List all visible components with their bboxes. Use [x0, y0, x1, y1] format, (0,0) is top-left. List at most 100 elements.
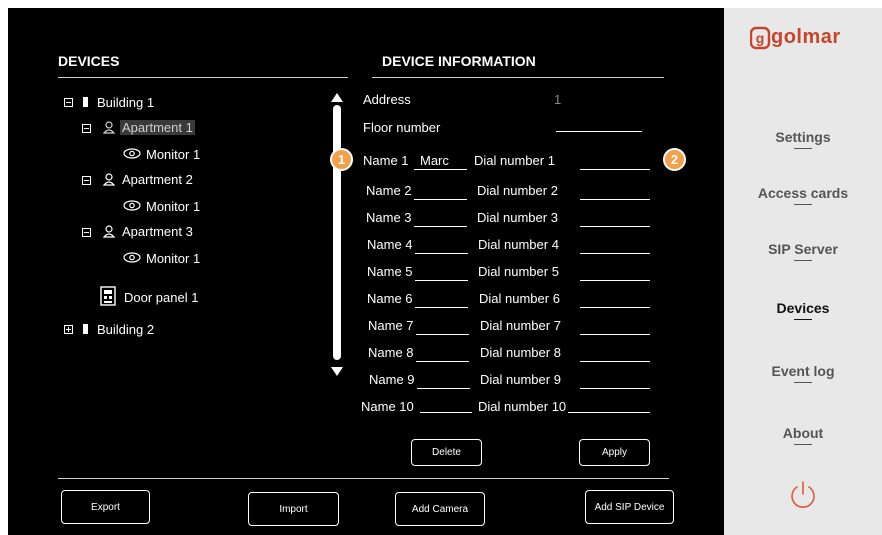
floor-number-label: Floor number: [363, 120, 441, 135]
collapse-toggle-icon[interactable]: [82, 228, 91, 237]
dial-number-label: Dial number 1: [474, 153, 555, 168]
dial-number-label: Dial number 4: [478, 237, 559, 252]
name-label: Name 9: [369, 372, 415, 387]
dial-number-label: Dial number 10: [478, 399, 567, 414]
golmar-logo: g golmar: [749, 26, 858, 50]
door-panel-icon: [100, 286, 116, 306]
device-info-title-divider: [372, 77, 664, 78]
menu-about[interactable]: About: [724, 425, 882, 445]
scroll-thumb[interactable]: [333, 105, 341, 360]
menu-sip-server-label: SIP Server: [768, 241, 838, 257]
menu-event-log-label: Event log: [771, 363, 835, 379]
callout-marker: 2: [663, 148, 686, 171]
tree-item-monitor-1[interactable]: Monitor 1: [146, 251, 200, 266]
dial-number-field[interactable]: [580, 361, 650, 362]
name-field[interactable]: [414, 199, 467, 200]
name-label: Name 8: [368, 345, 414, 360]
add-sip-device-button[interactable]: Add SIP Device: [585, 490, 674, 524]
floor-number-field[interactable]: [556, 131, 642, 132]
menu-sip-server[interactable]: SIP Server: [724, 241, 882, 261]
collapse-toggle-icon[interactable]: [82, 124, 91, 133]
delete-button[interactable]: Delete: [411, 439, 482, 466]
menu-devices[interactable]: Devices: [724, 300, 882, 320]
add-camera-button[interactable]: Add Camera: [395, 492, 485, 526]
dial-number-label: Dial number 2: [477, 183, 558, 198]
dial-number-field[interactable]: [580, 280, 650, 281]
name-label: Name 1: [363, 153, 409, 168]
collapse-toggle-icon[interactable]: [82, 176, 91, 185]
monitor-eye-icon: [123, 200, 141, 211]
device-info-title: DEVICE INFORMATION: [382, 53, 536, 69]
tree-item-apartment-3[interactable]: Apartment 3: [122, 224, 193, 239]
name-label: Name 2: [366, 183, 412, 198]
tree-item-apartment-2[interactable]: Apartment 2: [122, 172, 193, 187]
scroll-up-icon[interactable]: [331, 93, 343, 102]
apply-button[interactable]: Apply: [579, 439, 650, 466]
tree-item-monitor-1[interactable]: Monitor 1: [146, 147, 200, 162]
name-label: Name 3: [366, 210, 412, 225]
callout-marker: 1: [330, 148, 353, 171]
export-button[interactable]: Export: [61, 490, 150, 524]
name-label: Name 10: [361, 399, 414, 414]
name-field[interactable]: [415, 253, 468, 254]
monitor-eye-icon: [123, 148, 141, 159]
menu-settings[interactable]: Settings: [724, 129, 882, 149]
dial-number-label: Dial number 6: [479, 291, 560, 306]
expand-toggle-icon[interactable]: [64, 325, 73, 334]
name-field[interactable]: [414, 169, 467, 170]
name-label: Name 7: [368, 318, 414, 333]
name-field-value: Marc: [420, 153, 449, 168]
import-button[interactable]: Import: [248, 492, 339, 526]
name-field[interactable]: [415, 307, 468, 308]
dial-number-label: Dial number 5: [478, 264, 559, 279]
tree-item-door-panel-1[interactable]: Door panel 1: [124, 290, 198, 305]
menu-about-label: About: [782, 425, 824, 441]
building-icon: [83, 97, 88, 107]
tree-item-monitor-1[interactable]: Monitor 1: [146, 199, 200, 214]
building-icon: [83, 324, 88, 334]
name-label: Name 5: [367, 264, 413, 279]
dial-number-field[interactable]: [568, 412, 650, 413]
logo-text: golmar: [771, 26, 841, 48]
tree-item-building-2[interactable]: Building 2: [97, 322, 154, 337]
dial-number-label: Dial number 9: [480, 372, 561, 387]
dial-number-field[interactable]: [580, 334, 650, 335]
footer-divider: [58, 478, 669, 479]
tree-item-building-1[interactable]: Building 1: [97, 95, 154, 110]
dial-number-field[interactable]: [580, 226, 650, 227]
svg-text:g: g: [756, 30, 765, 46]
devices-title-divider: [58, 77, 348, 78]
dial-number-label: Dial number 7: [480, 318, 561, 333]
person-icon: [103, 121, 115, 134]
dial-number-label: Dial number 8: [480, 345, 561, 360]
dial-number-label: Dial number 3: [477, 210, 558, 225]
name-field[interactable]: [415, 280, 468, 281]
dial-number-field[interactable]: [580, 388, 650, 389]
person-icon: [103, 225, 115, 238]
dial-number-field[interactable]: [580, 253, 650, 254]
name-field[interactable]: [414, 226, 467, 227]
menu-access-cards[interactable]: Access cards: [724, 185, 882, 205]
menu-devices-label: Devices: [776, 300, 830, 316]
name-field[interactable]: [416, 361, 469, 362]
name-label: Name 6: [367, 291, 413, 306]
address-value: 1: [554, 92, 562, 107]
name-label: Name 4: [367, 237, 413, 252]
menu-event-log[interactable]: Event log: [724, 363, 882, 383]
tree-scrollbar[interactable]: [329, 91, 345, 378]
dial-number-field[interactable]: [580, 307, 650, 308]
address-label: Address: [363, 92, 411, 107]
name-field[interactable]: [417, 388, 470, 389]
name-field[interactable]: [420, 412, 472, 413]
dial-number-field[interactable]: [580, 169, 650, 170]
sidebar: g golmar Settings Access cards SIP Serve…: [724, 8, 882, 535]
power-icon[interactable]: [788, 479, 818, 511]
scroll-down-icon[interactable]: [331, 367, 343, 376]
menu-access-cards-label: Access cards: [757, 185, 849, 201]
collapse-toggle-icon[interactable]: [64, 98, 73, 107]
name-field[interactable]: [416, 334, 469, 335]
tree-item-apartment-1[interactable]: Apartment 1: [120, 120, 195, 135]
menu-settings-label: Settings: [775, 129, 831, 145]
dial-number-field[interactable]: [580, 199, 650, 200]
monitor-eye-icon: [123, 252, 141, 263]
